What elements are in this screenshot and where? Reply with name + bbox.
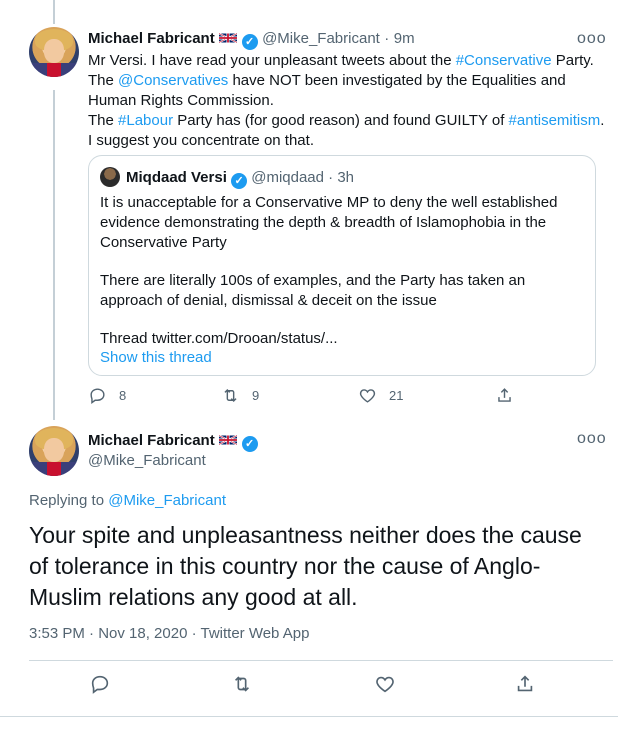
quoted-paragraph: It is unacceptable for a Conservative MP… <box>100 194 558 251</box>
tweet-text: Mr Versi. I have read your unpleasant tw… <box>88 51 610 151</box>
quoted-paragraph: There are literally 100s of examples, an… <box>100 272 526 309</box>
tweet-header: Michael Fabricant ✓ <box>88 432 258 452</box>
divider <box>29 660 613 661</box>
tweet-actions <box>29 673 589 699</box>
avatar <box>100 167 120 187</box>
quoted-paragraph: Thread twitter.com/Drooan/status/... <box>100 330 338 347</box>
reply-count: 8 <box>119 388 127 403</box>
heart-icon <box>359 389 376 403</box>
divider <box>0 716 618 717</box>
share-button[interactable] <box>495 386 526 405</box>
tweet-line: I suggest you concentrate on that. <box>88 132 314 149</box>
hashtag-link[interactable]: #Conservative <box>456 52 552 69</box>
tweet-line: Human Rights Commission. <box>88 92 274 109</box>
avatar[interactable] <box>29 27 79 77</box>
tweet-actions: 8 9 21 <box>88 386 598 410</box>
like-count: 21 <box>389 388 404 403</box>
retweet-icon[interactable] <box>231 673 253 695</box>
author-name[interactable]: Michael Fabricant <box>88 432 215 449</box>
thread-connector-top <box>53 0 55 24</box>
author-name[interactable]: Michael Fabricant <box>88 30 215 47</box>
like-button[interactable]: 21 <box>358 386 403 405</box>
reply-icon <box>90 388 105 405</box>
uk-flag-icon <box>219 434 238 446</box>
separator: · <box>328 169 334 186</box>
more-options-icon[interactable]: ooo <box>577 430 607 448</box>
tweet-time[interactable]: 9m <box>394 30 415 47</box>
share-icon[interactable] <box>514 673 536 695</box>
verified-icon: ✓ <box>241 436 258 452</box>
mention-link[interactable]: @Conservatives <box>118 72 228 89</box>
quoted-tweet-header: Miqdaad Versi ✓ @miqdaad · 3h <box>100 167 354 189</box>
more-options-icon[interactable]: ooo <box>577 30 607 48</box>
verified-icon: ✓ <box>241 34 258 50</box>
quoted-tweet-text: It is unacceptable for a Conservative MP… <box>100 193 586 349</box>
retweet-icon <box>224 388 237 403</box>
tweet-line: The #Labour Party has (for good reason) … <box>88 112 605 129</box>
retweet-button[interactable]: 9 <box>221 386 259 405</box>
heart-icon[interactable] <box>374 673 396 695</box>
mention-link[interactable]: @Mike_Fabricant <box>108 492 226 509</box>
author-handle[interactable]: @Mike_Fabricant <box>262 30 380 47</box>
separator: · <box>384 30 390 47</box>
tweet-text: Your spite and unpleasantness neither do… <box>29 522 582 610</box>
show-thread-link[interactable]: Show this thread <box>100 349 212 366</box>
quoted-tweet-card[interactable]: Miqdaad Versi ✓ @miqdaad · 3h It is unac… <box>88 155 596 376</box>
hashtag-link[interactable]: #Labour <box>118 112 173 129</box>
tweet-timestamp[interactable]: 3:53 PM · Nov 18, 2020 · Twitter Web App <box>29 625 309 642</box>
verified-icon: ✓ <box>231 173 248 189</box>
tweet-time: 3h <box>337 169 355 186</box>
retweet-count: 9 <box>252 388 260 403</box>
reply-button[interactable]: 8 <box>88 386 126 405</box>
avatar[interactable] <box>29 426 79 476</box>
share-icon <box>498 388 511 402</box>
uk-flag-icon <box>219 32 238 44</box>
author-name: Miqdaad Versi <box>126 169 227 186</box>
thread-connector <box>53 90 55 420</box>
tweet-line: The @Conservatives have NOT been investi… <box>88 72 566 89</box>
author-handle[interactable]: @Mike_Fabricant <box>88 452 206 469</box>
author-handle: @miqdaad <box>251 169 324 186</box>
tweet-header: Michael Fabricant ✓ @Mike_Fabricant · 9m <box>88 30 415 50</box>
hashtag-link[interactable]: #antisemitism <box>509 112 601 129</box>
reply-icon[interactable] <box>89 673 111 695</box>
replying-to: Replying to @Mike_Fabricant <box>29 492 226 509</box>
tweet-line: Mr Versi. I have read your unpleasant tw… <box>88 52 594 69</box>
